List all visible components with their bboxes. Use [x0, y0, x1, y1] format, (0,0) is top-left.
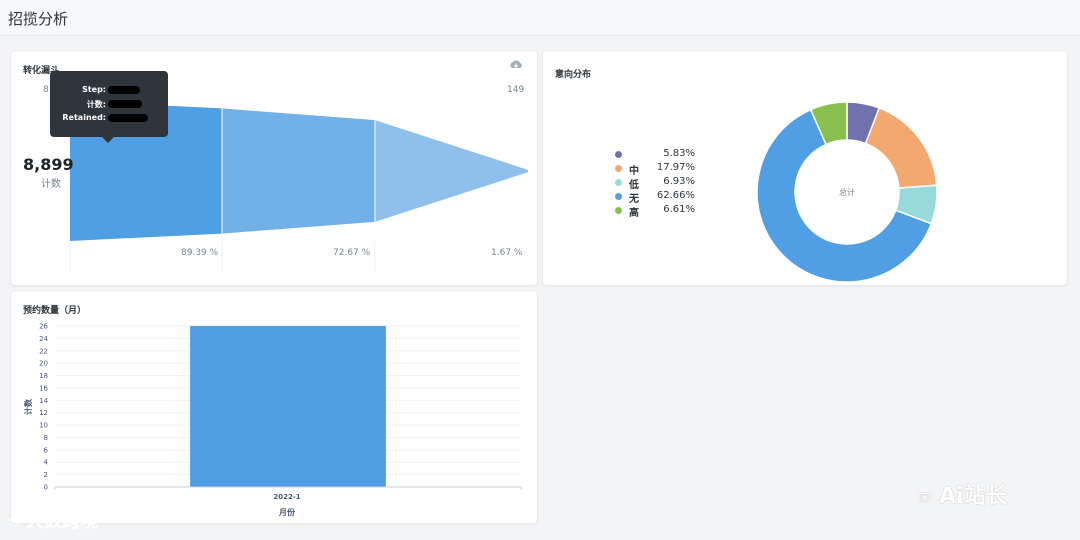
redaction-mark: [108, 100, 142, 108]
y-tick-label: 10: [39, 422, 48, 430]
y-tick-label: 18: [39, 372, 48, 380]
wechat-icon: ✉: [918, 488, 932, 507]
funnel-segment[interactable]: [222, 108, 375, 234]
donut-slice[interactable]: [864, 107, 938, 189]
funnel-card: 转化漏斗 8 149 8,899 计数 89.39 % 72.67 % 1.67…: [10, 50, 538, 286]
funnel-segment[interactable]: [375, 120, 528, 222]
funnel-pct-step3: 72.67 %: [333, 248, 371, 258]
y-tick-label: 4: [44, 459, 49, 467]
bookings-per-month-card: 预约数量（月） 0 2 4 6 8 10 12 14 16 18 20 22 24 26 2022-1 月…: [10, 290, 538, 524]
bar-chart: 02468101214161820222426 2022-1 月份 计数: [23, 323, 522, 517]
y-tick-label: 0: [44, 484, 48, 492]
top-bar: 招揽分析: [0, 0, 1080, 36]
y-axis-title: 计数: [23, 398, 33, 415]
page-title: 招揽分析: [8, 10, 69, 28]
x-category-label: 2022-1: [273, 493, 300, 501]
y-tick-label: 6: [44, 446, 49, 454]
tooltip-retained-label: Retained:: [62, 113, 106, 122]
y-tick-label: 12: [39, 409, 48, 417]
y-tick-label: 2: [44, 471, 48, 479]
funnel-big-label: 计数: [41, 179, 61, 190]
tooltip-step-label: Step:: [82, 85, 106, 94]
y-tick-label: 24: [39, 335, 48, 343]
y-tick-label: 16: [39, 384, 48, 392]
funnel-pct-step4: 1.67 %: [491, 248, 523, 258]
y-tick-label: 22: [39, 347, 48, 355]
donut-chart: 总计: [756, 101, 938, 283]
y-tick-label: 8: [44, 434, 48, 442]
bar[interactable]: [190, 326, 386, 487]
wechat-icon: ✉: [8, 515, 20, 531]
watermark-right: ✉ Ai站长: [918, 478, 1008, 510]
intent-distribution-card: 意向分布 5.83% 中 17.97% 低 6.93% 无 62.66% 高 6…: [542, 50, 1068, 286]
funnel-pct-step2: 89.39 %: [181, 248, 219, 258]
redaction-mark: [108, 86, 140, 94]
tooltip-arrow: [102, 137, 114, 143]
redaction-mark: [108, 114, 148, 122]
watermark-left: ✉ 大数跨境: [8, 507, 98, 533]
watermark-left-text: 大数跨境: [26, 511, 99, 532]
watermark-right-text: Ai站长: [939, 484, 1008, 509]
y-tick-label: 14: [39, 397, 48, 405]
y-tick-label: 26: [39, 323, 48, 331]
funnel-big-value: 8,899: [23, 155, 74, 174]
y-tick-label: 20: [39, 360, 48, 368]
tooltip-count-label: 计数:: [86, 100, 106, 109]
x-axis-title: 月份: [278, 507, 296, 517]
donut-center-label: 总计: [839, 187, 855, 197]
funnel-tooltip: Step: 计数: Retained:: [50, 71, 168, 143]
